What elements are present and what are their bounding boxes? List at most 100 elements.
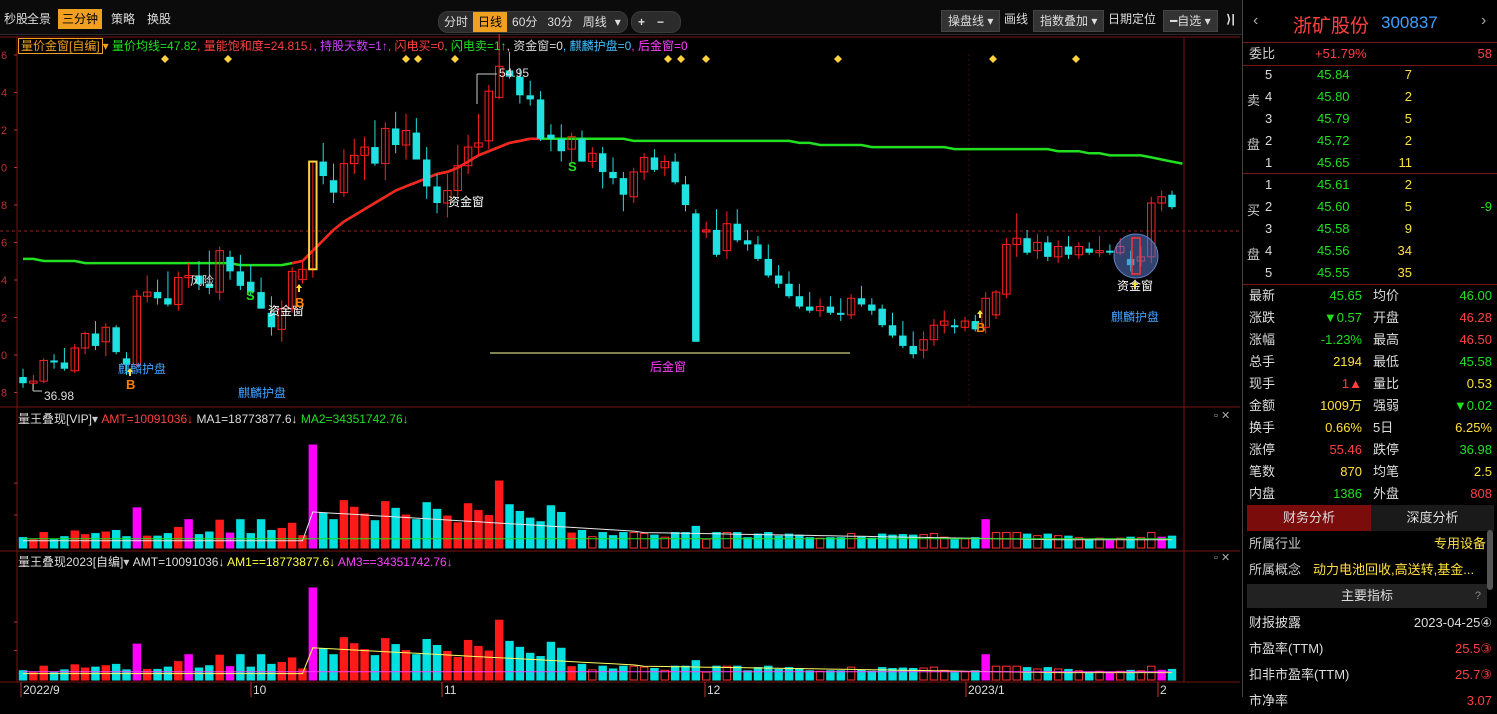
- sells-row[interactable]: 4 45.80 2: [1243, 86, 1497, 108]
- kline-chart[interactable]: 642086420854.9536.98风险资金窗资金窗资金窗麒麟护盘麒麟护盘麒…: [0, 34, 1240, 697]
- sub1-volume-bar: [991, 532, 1001, 549]
- zoom-in-button[interactable]: +: [632, 12, 651, 32]
- sub2-volume-bar: [1167, 668, 1177, 681]
- period-dropdown-arrow[interactable]: ▾: [612, 12, 624, 32]
- sub1-volume-bar: [691, 525, 701, 549]
- sub1-window-controls[interactable]: ▫ ✕: [1214, 409, 1230, 422]
- sells-row[interactable]: 2 45.72 2: [1243, 130, 1497, 152]
- quote-value: 0.66%: [1325, 420, 1362, 435]
- signal-diamond: [224, 55, 232, 63]
- candle-body-down: [153, 292, 162, 299]
- period-60[interactable]: 60分: [507, 12, 542, 32]
- quote-label: 内盘: [1249, 486, 1276, 501]
- candle-body-down: [1168, 194, 1176, 208]
- period-rixian[interactable]: 日线: [473, 12, 508, 32]
- candle-body-down: [868, 304, 876, 311]
- sub1-volume-bar: [753, 533, 763, 549]
- tab-financial[interactable]: 财务分析: [1247, 505, 1371, 531]
- concept-value[interactable]: 动力电池回收,高送转,基金...: [1313, 559, 1478, 581]
- sells-volume: 11: [1398, 155, 1413, 170]
- sub1-volume-bar: [836, 537, 845, 549]
- sells-row[interactable]: 3 45.79 5: [1243, 108, 1497, 130]
- quote-value: ▼0.57: [1323, 310, 1362, 325]
- metric-row[interactable]: 市盈率(TTM) 25.5③: [1243, 636, 1497, 662]
- metric-row[interactable]: 财报披露 2023-04-25④: [1243, 610, 1497, 636]
- buys-row[interactable]: 4 45.56 34: [1243, 240, 1497, 262]
- collapse-panel-icon[interactable]: ⟩|: [1222, 9, 1239, 29]
- sub1-volume-bar: [1105, 540, 1115, 549]
- sub2-volume-bar: [236, 654, 245, 681]
- sub2-volume-bar: [474, 645, 483, 681]
- candle-body-down: [1044, 242, 1052, 257]
- date-locate-button[interactable]: 日期定位: [1104, 9, 1160, 29]
- main-value-4: , 闪电卖=1↑: [444, 39, 507, 53]
- sub2-volume-bar: [774, 668, 783, 681]
- sub1-volume-bar: [184, 519, 193, 549]
- index-overlay-dropdown[interactable]: 指数叠加 ▾: [1033, 10, 1105, 32]
- candle-body-down: [112, 327, 120, 353]
- quote-value: 46.50: [1459, 332, 1492, 347]
- quote-row: 总手 2194 最低 45.58: [1243, 351, 1497, 373]
- quote-row: 笔数 870 均笔 2.5: [1243, 461, 1497, 483]
- sub1-volume-bar: [101, 531, 111, 549]
- watchlist-dropdown[interactable]: ━自选 ▾: [1163, 10, 1218, 32]
- industry-value[interactable]: 专用设备: [1434, 533, 1486, 555]
- tab-depth[interactable]: 深度分析: [1371, 505, 1494, 531]
- sell-side-label-2: 盘: [1247, 137, 1261, 152]
- sub2-volume-bar: [174, 661, 183, 681]
- sub2-window-controls[interactable]: ▫ ✕: [1214, 551, 1230, 564]
- sub2-volume-bar: [619, 665, 628, 681]
- huaxian-button[interactable]: 画线: [1000, 9, 1032, 29]
- period-zhouxian[interactable]: 周线: [578, 12, 612, 32]
- panel-scrollbar[interactable]: [1487, 530, 1493, 590]
- sub1-volume-bar: [494, 480, 504, 549]
- sub1-volume-bar: [929, 533, 939, 549]
- sub1-volume-bar: [1064, 535, 1073, 549]
- buys-row[interactable]: 5 45.55 35: [1243, 262, 1497, 284]
- candle-body-down: [795, 296, 804, 307]
- sub2-volume-bar: [1084, 672, 1094, 681]
- weibi-label: 委比: [1249, 46, 1276, 61]
- metric-row[interactable]: 扣非市盈率(TTM) 25.7③: [1243, 662, 1497, 688]
- sub1-volume-bar: [318, 512, 328, 549]
- x-axis-label: 11: [444, 683, 457, 697]
- sub2-volume-bar: [815, 670, 825, 681]
- sells-volume: 2: [1404, 133, 1412, 148]
- sells-row[interactable]: 1 45.65 11: [1243, 152, 1497, 174]
- buys-row[interactable]: 3 45.58 9: [1243, 218, 1497, 240]
- sub2-volume-bar: [919, 667, 928, 681]
- caopanxian-dropdown[interactable]: 操盘线 ▾: [941, 10, 1001, 32]
- tb-quanjing[interactable]: 全景: [23, 9, 55, 29]
- period-fenshi[interactable]: 分时: [439, 12, 473, 32]
- buys-price: 45.60: [1317, 199, 1350, 214]
- next-stock-icon[interactable]: ›: [1481, 12, 1486, 30]
- stock-code: 300837: [1381, 13, 1438, 32]
- high-label: 54.95: [499, 66, 529, 80]
- sub2-name[interactable]: 量王叠现2023[自编]: [18, 555, 123, 569]
- sub1-name[interactable]: 量王叠现[VIP]: [18, 412, 92, 426]
- signal-diamond: [834, 55, 842, 63]
- quote-row: 内盘 1386 外盘 808: [1243, 483, 1497, 505]
- period-30[interactable]: 30分: [542, 12, 577, 32]
- tb-celue[interactable]: 策略: [107, 9, 139, 29]
- tb-sanfenzhong[interactable]: 三分钟: [58, 9, 103, 29]
- zoom-out-button[interactable]: −: [651, 12, 670, 32]
- buys-row[interactable]: 2 45.60 5 -9: [1243, 196, 1497, 218]
- quote-value: 870: [1340, 464, 1362, 479]
- buys-row[interactable]: 1 45.61 2: [1243, 174, 1497, 196]
- quote-row: 涨幅 -1.23% 最高 46.50: [1243, 329, 1497, 351]
- sub2-volume-bar: [381, 638, 390, 681]
- candle-body-down: [422, 159, 431, 187]
- price-tick: 8: [1, 200, 7, 212]
- candle-body-down: [319, 161, 327, 177]
- tb-huangu[interactable]: 换股: [143, 9, 175, 29]
- sub1-volume-bar: [867, 537, 877, 549]
- metric-row[interactable]: 市净率 3.07: [1243, 688, 1497, 714]
- sells-row[interactable]: 5 45.84 7: [1243, 64, 1497, 86]
- watchlist-label: 自选: [1177, 14, 1202, 28]
- prev-stock-icon[interactable]: ‹: [1253, 12, 1258, 30]
- main-indicator-name[interactable]: 量价金窗[自编]: [18, 38, 103, 54]
- help-icon[interactable]: ?: [1475, 584, 1481, 608]
- signal-diamond: [414, 55, 422, 63]
- sub2-volume-bar: [329, 654, 338, 681]
